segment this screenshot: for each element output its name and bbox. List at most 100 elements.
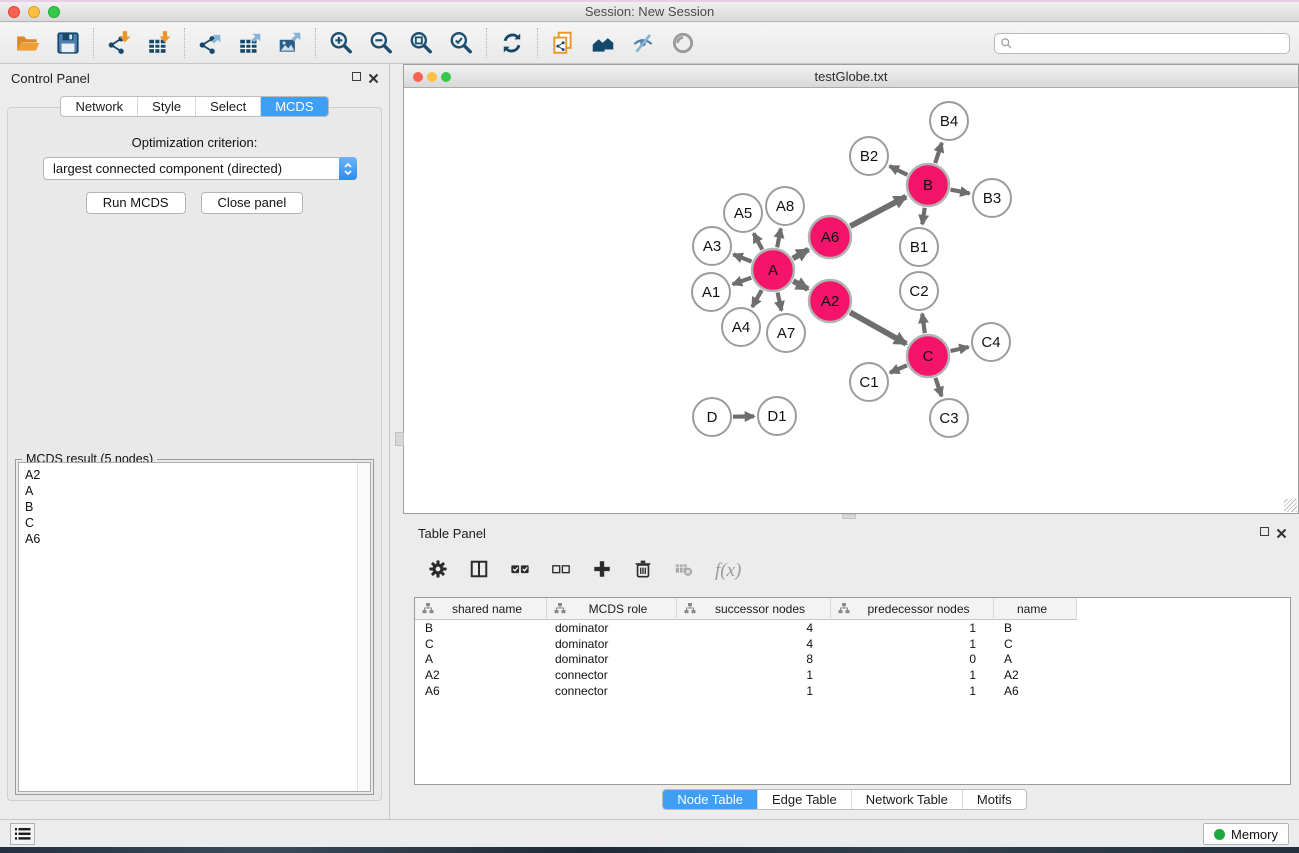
minimize-window-button[interactable] [28,6,40,18]
table-row-A2[interactable]: A2connector11A2 [415,667,1290,683]
graph-edge-C-C1[interactable] [890,365,907,372]
delete-rows-button[interactable] [633,559,653,584]
tab-select[interactable]: Select [195,97,260,116]
criterion-dropdown[interactable]: largest connected component (directed) [43,157,357,180]
graph-edge-C-C3[interactable] [935,378,941,396]
table-row-A6[interactable]: A6connector11A6 [415,683,1290,699]
export-table-button[interactable] [230,25,270,61]
import-network-button[interactable] [99,25,139,61]
graph-edge-B-B3[interactable] [951,190,970,194]
column-header-MCDS-role[interactable]: MCDS role [547,598,677,620]
table-row-B[interactable]: Bdominator41B [415,620,1290,636]
graph-edge-A-A2[interactable] [793,281,808,289]
graph-edge-A-A7[interactable] [778,293,782,311]
graph-node-D1[interactable]: D1 [758,397,796,435]
graph-edge-A-A3[interactable] [733,254,751,261]
graph-node-B1[interactable]: B1 [900,228,938,266]
graph-node-A7[interactable]: A7 [767,314,805,352]
zoom-out-button[interactable] [361,25,401,61]
graph-edge-A-A6[interactable] [793,250,809,259]
graph-node-B[interactable]: B [907,164,949,206]
graph-edge-B-B1[interactable] [922,208,924,224]
network-window-titlebar[interactable]: testGlobe.txt [404,65,1298,88]
select-all-button[interactable] [510,559,530,584]
result-scrollbar[interactable] [357,463,370,791]
table-tab-network-table[interactable]: Network Table [851,790,962,809]
first-neighbors-button[interactable] [583,25,623,61]
graph-node-B2[interactable]: B2 [850,137,888,175]
search-box[interactable] [994,33,1290,54]
maximize-view-button[interactable] [441,72,451,82]
network-canvas[interactable]: B4B2BB3A5A8A6B1A3AA1C2A2A4A7C4CC1C3DD1 [404,88,1298,513]
graph-node-C[interactable]: C [907,335,949,377]
maximize-window-button[interactable] [48,6,60,18]
function-builder-button[interactable]: f(x) [715,560,741,582]
close-table-panel-icon[interactable] [1276,526,1287,537]
table-settings-button[interactable] [428,559,448,584]
resize-grip-icon[interactable] [1284,499,1297,512]
graph-node-A8[interactable]: A8 [766,187,804,225]
search-input[interactable] [1013,35,1289,52]
graph-edge-A2-C[interactable] [850,312,906,344]
duplicate-network-button[interactable] [543,25,583,61]
graph-node-C2[interactable]: C2 [900,272,938,310]
graph-node-C1[interactable]: C1 [850,363,888,401]
graph-edge-A-A8[interactable] [777,229,781,248]
add-row-button[interactable] [592,559,612,584]
table-row-C[interactable]: Cdominator41C [415,636,1290,652]
close-view-button[interactable] [413,72,423,82]
graph-node-C3[interactable]: C3 [930,399,968,437]
table-tab-edge-table[interactable]: Edge Table [757,790,851,809]
close-panel-icon[interactable] [368,71,379,82]
table-tab-motifs[interactable]: Motifs [962,790,1026,809]
graph-node-B4[interactable]: B4 [930,102,968,140]
graph-node-D[interactable]: D [693,398,731,436]
export-network-button[interactable] [190,25,230,61]
run-mcds-button[interactable]: Run MCDS [86,192,186,214]
import-table-button[interactable] [139,25,179,61]
tab-style[interactable]: Style [137,97,195,116]
column-header-successor-nodes[interactable]: successor nodes [677,598,831,620]
task-history-button[interactable] [10,823,35,845]
graph-node-A2[interactable]: A2 [809,280,851,322]
memory-button[interactable]: Memory [1203,823,1289,845]
graph-node-A5[interactable]: A5 [724,194,762,232]
mcds-result-item[interactable]: A2 [25,467,357,483]
graph-edge-C-C4[interactable] [951,347,969,351]
graph-node-A6[interactable]: A6 [809,216,851,258]
graph-node-A4[interactable]: A4 [722,308,760,346]
graph-edge-A6-B[interactable] [850,197,906,227]
mcds-result-item[interactable]: A [25,483,357,499]
delete-column-button[interactable] [674,559,694,584]
show-columns-button[interactable] [469,559,489,584]
export-image-button[interactable] [270,25,310,61]
column-header-name[interactable]: name [994,598,1077,620]
close-window-button[interactable] [8,6,20,18]
save-session-button[interactable] [48,25,88,61]
zoom-in-button[interactable] [321,25,361,61]
graph-node-A1[interactable]: A1 [692,273,730,311]
table-tab-node-table[interactable]: Node Table [663,790,757,809]
column-header-shared-name[interactable]: shared name [415,598,547,620]
deselect-all-button[interactable] [551,559,571,584]
tab-mcds[interactable]: MCDS [260,97,327,116]
minimize-view-button[interactable] [427,72,437,82]
column-header-predecessor-nodes[interactable]: predecessor nodes [831,598,994,620]
zoom-selected-button[interactable] [441,25,481,61]
float-panel-icon[interactable] [352,72,361,81]
graph-edge-C-C2[interactable] [922,314,925,333]
graph-node-C4[interactable]: C4 [972,323,1010,361]
graph-edge-B-B2[interactable] [890,166,908,175]
graph-edge-A-A1[interactable] [733,278,752,285]
float-table-panel-icon[interactable] [1260,527,1269,536]
mcds-result-item[interactable]: B [25,499,357,515]
show-all-button[interactable] [663,25,703,61]
hide-selected-button[interactable] [623,25,663,61]
zoom-fit-button[interactable] [401,25,441,61]
graph-edge-A-A4[interactable] [752,290,761,307]
tab-network[interactable]: Network [61,97,137,116]
graph-node-A[interactable]: A [752,249,794,291]
vertical-divider-handle[interactable] [395,432,404,446]
graph-node-B3[interactable]: B3 [973,179,1011,217]
open-session-button[interactable] [8,25,48,61]
